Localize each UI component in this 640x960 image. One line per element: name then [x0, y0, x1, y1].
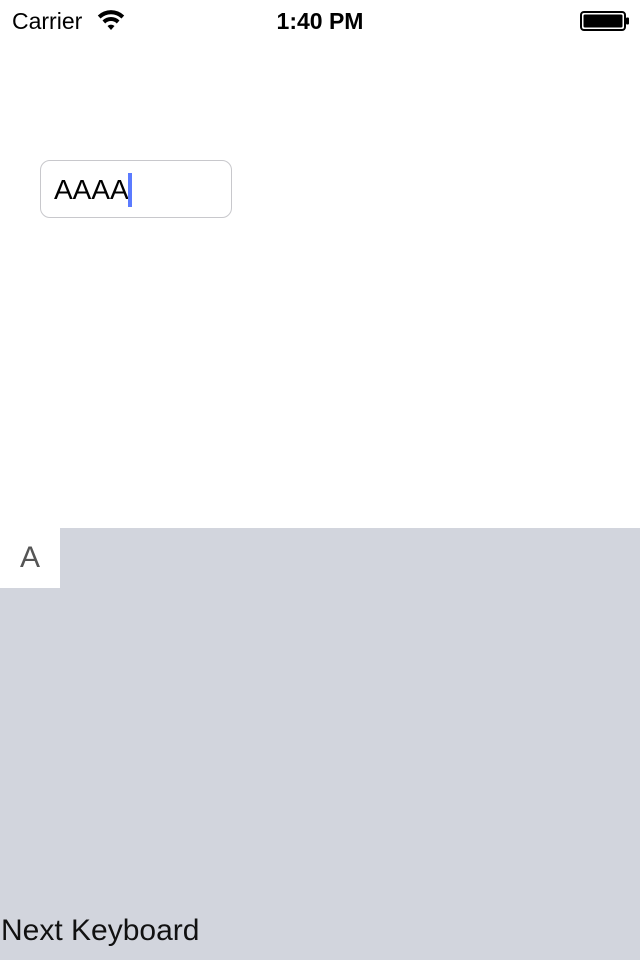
- status-bar: Carrier 1:40 PM: [0, 0, 640, 40]
- custom-keyboard: A Next Keyboard: [0, 528, 640, 960]
- battery-icon: [580, 11, 630, 31]
- time-label: 1:40 PM: [276, 8, 364, 34]
- text-input-text: AAAA: [54, 174, 129, 205]
- next-keyboard-button[interactable]: Next Keyboard: [1, 912, 199, 950]
- screen: Carrier 1:40 PM AAAA A Next Keyboard: [0, 0, 640, 960]
- key-a-button[interactable]: A: [0, 528, 60, 588]
- text-input-value: AAAA: [54, 173, 132, 207]
- text-input[interactable]: AAAA: [40, 160, 232, 218]
- text-cursor: [127, 173, 132, 207]
